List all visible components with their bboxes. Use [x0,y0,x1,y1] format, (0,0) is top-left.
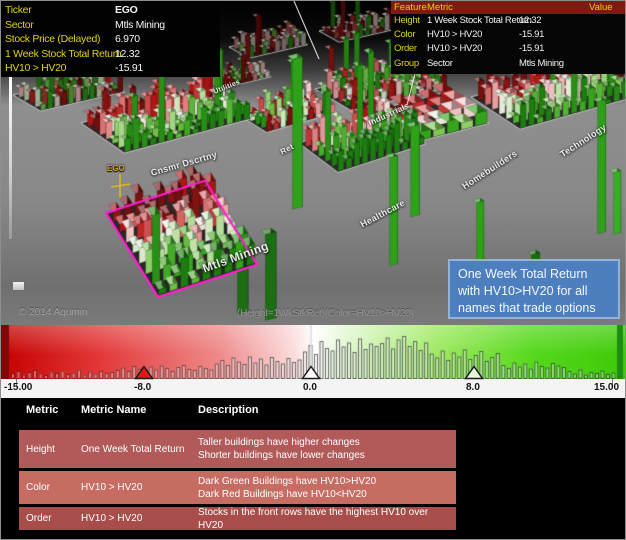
view-settings-text: (Height=1WkStkRet)(Color=HV10>HV20) [237,308,414,319]
ticker-info-panel: Ticker EGO Sector Mtls Mining Stock Pric… [1,1,220,77]
info-row-return: 1 Week Stock Total Return 12.32 [5,47,140,60]
legend-header-metric: Metric [26,404,59,416]
range-marker-pos8[interactable] [464,365,484,380]
info-row-sector: Sector Mtls Mining [5,18,165,31]
feature-row-color: Color HV10 > HV20 -15.91 [394,29,545,41]
axis-label-neg8: -8.0 [134,382,152,393]
info-row-price: Stock Price (Delayed) 6.970 [5,33,140,46]
legend-header-description: Description [198,404,259,416]
zoom-slider-handle[interactable] [12,281,25,291]
legend-panel: Metric Metric Name Description Height On… [1,398,625,539]
annotation-callout: One Week Total Return with HV10>HV20 for… [448,259,620,319]
feature-row-order: Order HV10 > HV20 -15.91 [394,43,545,55]
zoom-slider-track[interactable] [9,77,25,291]
selected-ticker-crosshair-icon [110,174,131,198]
axis-label-pos8: 8.0 [466,382,480,393]
info-row-hv: HV10 > HV20 -15.91 [5,62,143,75]
copyright-text: © 2014 Aqumin [19,307,88,318]
legend-header-name: Metric Name [81,404,147,416]
legend-row-order: Order HV10 > HV20 Stocks in the front ro… [19,507,456,531]
feature-mapping-panel: Feature Metric Value Height 1 Week Stock… [391,1,625,74]
axis-label-zero: 0.0 [303,382,317,393]
range-marker-zero[interactable] [301,365,321,380]
legend-row-color: Color HV10 > HV20 Dark Green Buildings h… [19,471,456,504]
legend-row-height: Height One Week Total Return Taller buil… [19,430,456,468]
info-row-ticker: Ticker EGO [5,4,138,16]
axis-label-max: 15.00 [594,382,620,393]
alphavision-window: Utilities Industrials Ret Technology Homebui… [0,0,626,540]
feature-row-group: Group Sector Mtls Mining [394,57,564,69]
range-marker-neg8[interactable] [134,365,154,380]
colormap-axis: -15.00 -8.0 0.0 8.0 15.00 [1,365,625,398]
feature-row-height: Height 1 Week Stock Total Return 12.32 [394,15,542,26]
feature-panel-header: Feature Metric Value [391,1,625,14]
axis-label-min: -15.00 [4,382,33,393]
